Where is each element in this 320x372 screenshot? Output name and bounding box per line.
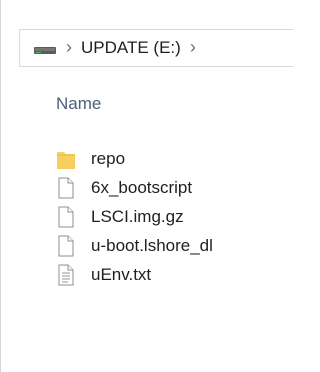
file-icon (56, 234, 76, 258)
address-bar[interactable]: › UPDATE (E:) › (19, 29, 293, 67)
file-name[interactable]: repo (91, 149, 125, 169)
file-list: repo 6x_bootscript LSCI.img.gz u-boot.ls… (56, 144, 286, 289)
breadcrumb-chevron-icon[interactable]: › (66, 38, 72, 56)
file-explorer-window: › UPDATE (E:) › Name repo 6x_bootscript … (0, 0, 293, 372)
file-name[interactable]: u-boot.lshore_dl (91, 236, 213, 256)
breadcrumb-chevron-icon[interactable]: › (190, 38, 196, 56)
list-item[interactable]: u-boot.lshore_dl (56, 231, 286, 260)
list-item[interactable]: 6x_bootscript (56, 173, 286, 202)
file-name[interactable]: uEnv.txt (91, 265, 151, 285)
list-item[interactable]: repo (56, 144, 286, 173)
drive-icon (33, 40, 57, 56)
file-name[interactable]: 6x_bootscript (91, 178, 192, 198)
text-file-icon (56, 263, 76, 287)
file-name[interactable]: LSCI.img.gz (91, 207, 184, 227)
list-item[interactable]: uEnv.txt (56, 260, 286, 289)
name-column-header[interactable]: Name (56, 94, 101, 114)
file-icon (56, 176, 76, 200)
folder-icon (56, 147, 76, 171)
breadcrumb-update-drive[interactable]: UPDATE (E:) (81, 38, 181, 58)
file-icon (56, 205, 76, 229)
list-item[interactable]: LSCI.img.gz (56, 202, 286, 231)
